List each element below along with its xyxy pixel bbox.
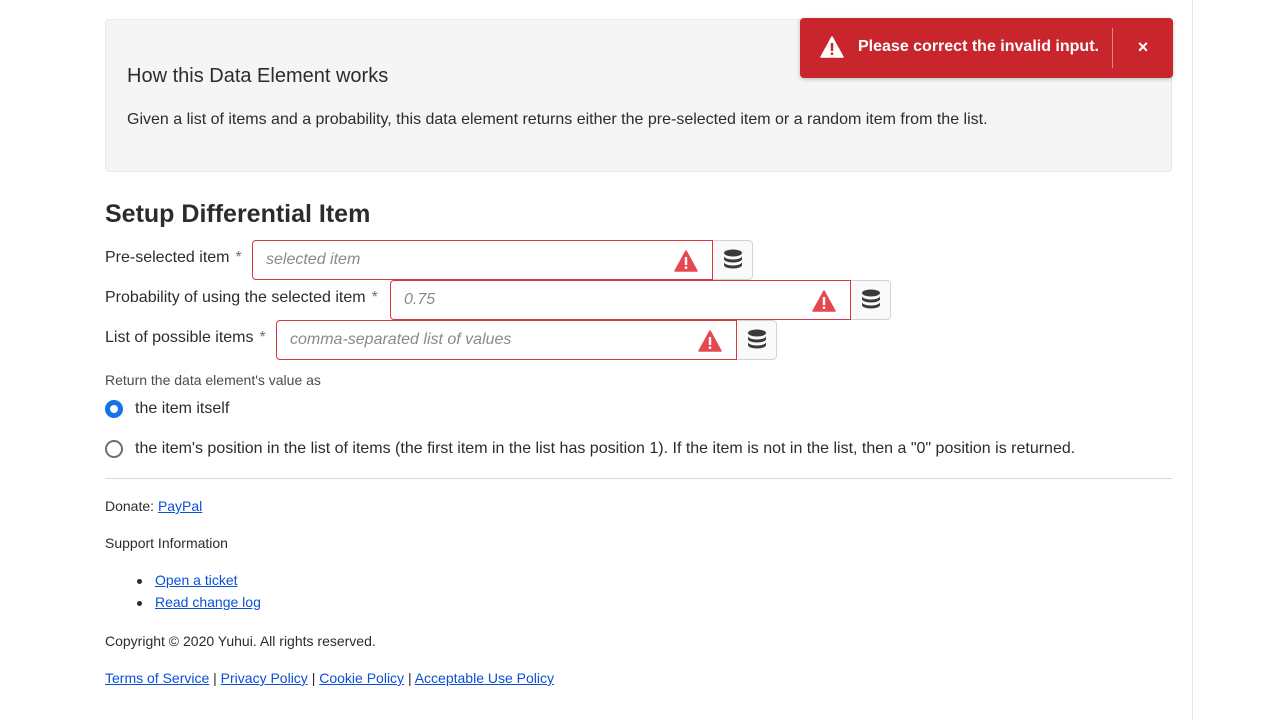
database-icon [748,329,766,349]
required-asterisk: * [371,289,378,306]
cookie-policy-link[interactable]: Cookie Policy [319,670,404,686]
privacy-policy-link[interactable]: Privacy Policy [221,670,308,686]
alert-triangle-icon [812,290,836,312]
info-title: How this Data Element works [127,65,389,87]
field-label: Pre-selected item * [105,249,242,266]
database-icon [724,249,742,269]
required-asterisk: * [259,329,266,346]
preselected-item-input[interactable] [253,241,712,279]
close-icon[interactable]: × [1132,36,1154,58]
change-log-link[interactable]: Read change log [155,594,261,610]
required-asterisk: * [235,249,242,266]
support-heading: Support Information [105,535,228,551]
radio-label: the item itself [135,400,230,417]
preselected-item-field[interactable] [252,240,713,280]
data-element-picker-button[interactable] [737,320,777,360]
alert-triangle-icon [674,250,698,272]
database-icon [862,289,880,309]
toast-message: Please correct the invalid input. [858,38,1099,55]
field-row-possible-items: List of possible items * [105,320,780,360]
probability-field[interactable] [390,280,851,320]
alert-triangle-icon [820,36,844,58]
donate-line: Donate: PayPal [105,498,202,514]
link-separator: | [407,670,412,686]
field-label: Probability of using the selected item * [105,289,378,306]
field-row-probability: Probability of using the selected item * [105,280,895,320]
support-links-list: Open a ticket Read change log [137,572,261,616]
field-row-preselected-item: Pre-selected item * [105,240,755,280]
link-separator: | [213,670,217,686]
possible-items-field[interactable] [276,320,737,360]
data-element-picker-button[interactable] [851,280,891,320]
list-item: Open a ticket [137,572,261,594]
probability-input[interactable] [391,281,850,319]
error-toast: Please correct the invalid input. × [800,18,1173,78]
radio-button[interactable] [105,440,123,458]
open-ticket-link[interactable]: Open a ticket [155,572,238,588]
data-element-picker-button[interactable] [713,240,753,280]
paypal-link[interactable]: PayPal [158,498,202,514]
radio-button-checked[interactable] [105,400,123,418]
copyright: Copyright © 2020 Yuhui. All rights reser… [105,633,376,649]
radio-option-item-itself[interactable]: the item itself [105,397,229,421]
donate-label: Donate: [105,498,155,514]
return-as-label: Return the data element's value as [105,372,321,388]
field-label: List of possible items * [105,329,266,346]
possible-items-input[interactable] [277,321,736,359]
info-description: Given a list of items and a probability,… [127,111,988,128]
toast-divider [1112,28,1113,68]
radio-option-item-position[interactable]: the item's position in the list of items… [105,437,1075,461]
alert-triangle-icon [698,330,722,352]
radio-label: the item's position in the list of items… [135,440,1076,457]
list-item: Read change log [137,594,261,616]
section-title: Setup Differential Item [105,200,371,228]
terms-of-service-link[interactable]: Terms of Service [105,670,209,686]
acceptable-use-policy-link[interactable]: Acceptable Use Policy [415,670,554,686]
legal-links: Terms of Service | Privacy Policy | Cook… [105,670,554,686]
link-separator: | [311,670,316,686]
footer-divider [105,478,1172,479]
right-divider [1192,0,1193,720]
